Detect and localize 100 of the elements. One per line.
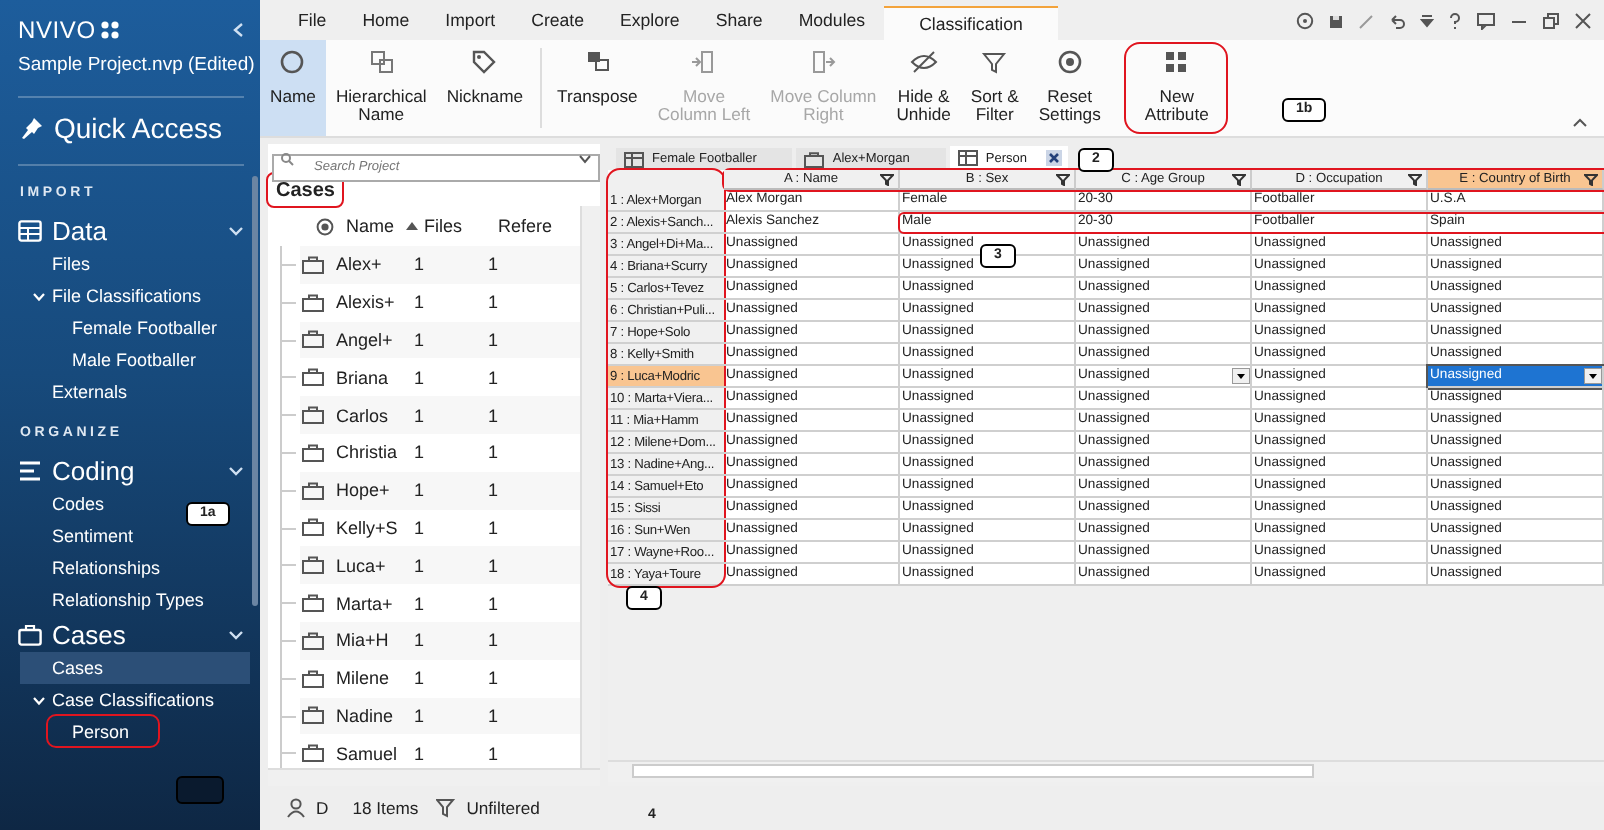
- close-icon[interactable]: [1574, 12, 1592, 30]
- case-name: Samuel: [336, 743, 400, 764]
- nav-item[interactable]: Case Classifications: [0, 684, 215, 716]
- reference-count: 1: [488, 630, 501, 651]
- menu-tab[interactable]: Classification: [883, 6, 1059, 40]
- nav-item[interactable]: Person: [48, 716, 158, 746]
- filter-icon[interactable]: [1584, 174, 1598, 186]
- scrollbar[interactable]: [252, 176, 258, 606]
- reference-count: 1: [488, 555, 501, 576]
- reference-count: 1: [488, 705, 501, 726]
- dropdown-icon[interactable]: [1232, 368, 1250, 384]
- case-name: Briana: [336, 367, 391, 388]
- filter-icon: [980, 48, 1009, 76]
- close-icon[interactable]: [1046, 150, 1063, 166]
- nav-item[interactable]: Cases: [20, 652, 250, 684]
- filter-icon[interactable]: [880, 174, 894, 186]
- file-count: 1: [414, 593, 427, 614]
- menu-tab[interactable]: Share: [697, 6, 781, 40]
- ribbon-button[interactable]: Reset Settings: [1028, 40, 1111, 136]
- ribbon-button[interactable]: Hide & Unhide: [886, 40, 961, 136]
- ribbon-button[interactable]: Sort & Filter: [960, 40, 1029, 136]
- filter-status: Unfiltered: [466, 798, 540, 818]
- caret-icon[interactable]: [578, 153, 592, 163]
- menu-tab[interactable]: Create: [513, 6, 602, 40]
- filter-icon[interactable]: [1408, 174, 1422, 186]
- nav-item[interactable]: Relationships: [0, 552, 161, 584]
- ribbon-button[interactable]: Hierarchical Name: [325, 40, 437, 136]
- scrollbar[interactable]: [580, 206, 600, 768]
- ribbon-button[interactable]: Transpose: [547, 40, 648, 136]
- column-header[interactable]: Files: [424, 216, 498, 236]
- file-count: 1: [414, 442, 427, 463]
- briefcase-icon: [302, 744, 324, 763]
- save-icon[interactable]: [1328, 13, 1344, 29]
- reference-count: 1: [488, 668, 501, 689]
- column-header[interactable]: Refere: [498, 216, 558, 236]
- ribbon-button[interactable]: New Attribute: [1126, 44, 1227, 132]
- nav-item[interactable]: Codes: [0, 488, 105, 520]
- filter-icon[interactable]: [1232, 174, 1246, 186]
- ribbon-button[interactable]: Nickname: [436, 40, 534, 136]
- case-name: Carlos: [336, 405, 391, 426]
- file-count: 1: [414, 668, 427, 689]
- nav-item[interactable]: Sentiment: [0, 520, 134, 552]
- case-name: Milene: [336, 668, 392, 689]
- reset-icon: [1055, 48, 1084, 76]
- briefcase-icon: [302, 518, 324, 537]
- nav-item[interactable]: Female Footballer: [0, 312, 250, 344]
- restore-icon[interactable]: [1542, 12, 1560, 30]
- nav-item[interactable]: Male Footballer: [0, 344, 250, 376]
- case-name: Hope+: [336, 480, 392, 501]
- reference-count: 1: [488, 480, 501, 501]
- briefcase-icon: [302, 255, 324, 274]
- file-count: 1: [414, 555, 427, 576]
- comment-icon[interactable]: [1476, 12, 1496, 30]
- project-name: Sample Project.nvp (Edited): [16, 52, 257, 76]
- briefcase-icon: [302, 669, 324, 688]
- target-icon: [316, 217, 334, 235]
- briefcase-icon: [302, 631, 324, 650]
- file-count: 1: [414, 630, 427, 651]
- nav-item[interactable]: File Classifications: [0, 280, 202, 312]
- reference-count: 1: [488, 517, 501, 538]
- reference-count: 1: [488, 329, 501, 350]
- sort-icon: [406, 222, 418, 230]
- filter-icon: [436, 798, 457, 818]
- case-name: Alexis+: [336, 292, 397, 313]
- nav-group[interactable]: Data: [0, 212, 248, 248]
- file-count: 1: [414, 254, 427, 275]
- menu-tab[interactable]: Home: [344, 6, 428, 40]
- briefcase-icon: [302, 443, 324, 462]
- quick-access-link[interactable]: Quick Access: [0, 98, 260, 144]
- briefcase-icon: [302, 330, 324, 349]
- briefcase-icon: [302, 481, 324, 500]
- table-icon: [957, 150, 978, 166]
- reference-count: 1: [488, 593, 501, 614]
- menu-tab[interactable]: Import: [427, 6, 514, 40]
- nav-item[interactable]: Relationship Types: [0, 584, 204, 616]
- scrollbar[interactable]: [608, 760, 1604, 782]
- nav-item[interactable]: Externals: [0, 376, 128, 408]
- item-count: 18 Items: [352, 798, 419, 818]
- chevron-icon[interactable]: [1572, 118, 1588, 128]
- collapse-icon[interactable]: [232, 22, 244, 38]
- dropdown-icon[interactable]: [1584, 368, 1602, 384]
- filter-icon[interactable]: [1056, 174, 1070, 186]
- reference-count: 1: [488, 367, 501, 388]
- nav-group[interactable]: Cases: [0, 616, 248, 652]
- ribbon-button[interactable]: Name: [260, 40, 326, 136]
- menu-tab[interactable]: Explore: [602, 6, 698, 40]
- app-logo: NVIVO: [18, 16, 96, 44]
- nav-group[interactable]: Coding: [0, 452, 248, 488]
- undo-icon[interactable]: [1388, 13, 1406, 29]
- lines-icon: [18, 460, 42, 482]
- menu-tab[interactable]: Modules: [780, 6, 884, 40]
- file-count: 1: [414, 743, 427, 764]
- menu-tab[interactable]: File: [280, 6, 345, 40]
- hierarchy-icon: [367, 48, 396, 76]
- nav-item[interactable]: Files: [0, 248, 91, 280]
- column-header[interactable]: Name: [346, 216, 400, 236]
- case-name: Christia: [336, 442, 400, 463]
- case-name: Marta+: [336, 593, 395, 614]
- caret-icon[interactable]: [1420, 13, 1434, 29]
- eye-icon: [909, 48, 938, 76]
